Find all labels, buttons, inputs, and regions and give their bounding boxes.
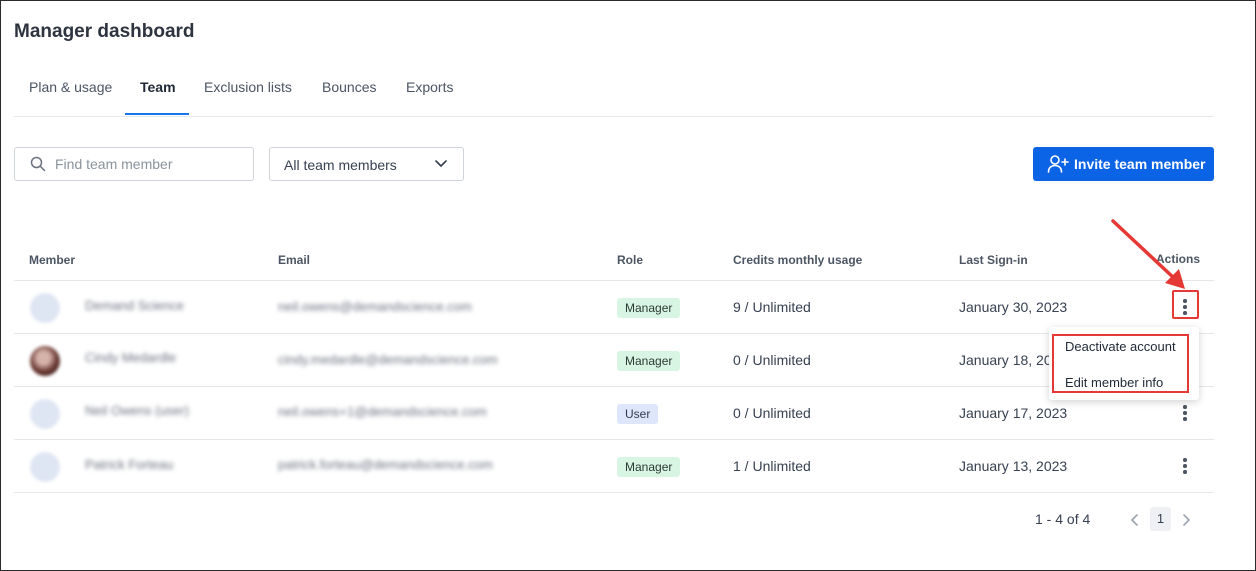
tab-exports[interactable]: Exports bbox=[406, 78, 453, 116]
row-actions-button[interactable] bbox=[1173, 454, 1197, 478]
credits-usage: 0 / Unlimited bbox=[733, 352, 811, 368]
table-header: Member Email Role Credits monthly usage … bbox=[14, 240, 1214, 281]
tab-bar: Plan & usage Team Exclusion lists Bounce… bbox=[14, 70, 1214, 117]
tab-bounces[interactable]: Bounces bbox=[322, 78, 376, 116]
table-row: Cindy Medardle cindy.medardle@demandscie… bbox=[14, 334, 1214, 387]
column-header-role: Role bbox=[617, 253, 644, 267]
annotation-arrow bbox=[1111, 219, 1185, 289]
search-icon bbox=[30, 156, 46, 172]
credits-usage: 9 / Unlimited bbox=[733, 299, 811, 315]
tab-team[interactable]: Team bbox=[140, 78, 176, 116]
member-filter-select[interactable]: All team members bbox=[269, 147, 464, 181]
kebab-highlight-box bbox=[1172, 290, 1199, 319]
avatar bbox=[30, 293, 60, 323]
role-badge: Manager bbox=[617, 298, 681, 318]
chevron-down-icon bbox=[435, 160, 447, 167]
member-name: Demand Science bbox=[85, 298, 184, 313]
column-header-email: Email bbox=[278, 253, 311, 267]
search-box[interactable] bbox=[14, 147, 254, 181]
column-header-last-sign-in: Last Sign-in bbox=[959, 253, 1028, 267]
credits-usage: 1 / Unlimited bbox=[733, 458, 811, 474]
column-header-member: Member bbox=[29, 253, 76, 267]
chevron-right-icon[interactable] bbox=[1178, 512, 1194, 528]
column-header-credits: Credits monthly usage bbox=[733, 253, 863, 267]
member-email: cindy.medardle@demandscience.com bbox=[278, 352, 498, 367]
page-button-current[interactable]: 1 bbox=[1150, 507, 1171, 531]
role-badge: User bbox=[617, 404, 659, 424]
role-badge: Manager bbox=[617, 457, 681, 477]
member-email: neil.owens+1@demandscience.com bbox=[278, 404, 487, 419]
row-actions-button[interactable] bbox=[1173, 401, 1197, 425]
active-tab-indicator bbox=[125, 113, 189, 115]
page-title: Manager dashboard bbox=[14, 21, 195, 42]
role-badge: Manager bbox=[617, 351, 681, 371]
member-name: Patrick Forteau bbox=[85, 457, 174, 472]
tab-exclusion-lists[interactable]: Exclusion lists bbox=[204, 78, 292, 116]
avatar bbox=[30, 346, 60, 376]
avatar bbox=[30, 452, 60, 482]
invite-button-label: Invite team member bbox=[1074, 156, 1206, 172]
member-email: patrick.forteau@demandscience.com bbox=[278, 457, 493, 472]
last-sign-in: January 30, 2023 bbox=[959, 299, 1068, 315]
table-row: Demand Science neil.owens@demandscience.… bbox=[14, 281, 1214, 334]
last-sign-in: January 17, 2023 bbox=[959, 405, 1068, 421]
table-row: Patrick Forteau patrick.forteau@demandsc… bbox=[14, 440, 1214, 493]
pagination-range: 1 - 4 of 4 bbox=[1035, 511, 1091, 527]
member-name: Neil Owens (user) bbox=[85, 403, 190, 418]
menu-highlight-box bbox=[1052, 334, 1189, 393]
tab-plan-usage[interactable]: Plan & usage bbox=[29, 78, 112, 116]
chevron-left-icon[interactable] bbox=[1127, 512, 1143, 528]
last-sign-in: January 13, 2023 bbox=[959, 458, 1068, 474]
last-sign-in: January 18, 20 bbox=[959, 352, 1052, 368]
member-name: Cindy Medardle bbox=[85, 350, 177, 365]
filter-selected-value: All team members bbox=[284, 157, 397, 173]
member-email: neil.owens@demandscience.com bbox=[278, 299, 472, 314]
search-input[interactable] bbox=[55, 154, 245, 174]
credits-usage: 0 / Unlimited bbox=[733, 405, 811, 421]
table-row: Neil Owens (user) neil.owens+1@demandsci… bbox=[14, 387, 1214, 440]
avatar bbox=[30, 399, 60, 429]
add-user-icon bbox=[1047, 155, 1069, 173]
invite-team-member-button[interactable]: Invite team member bbox=[1033, 147, 1214, 181]
